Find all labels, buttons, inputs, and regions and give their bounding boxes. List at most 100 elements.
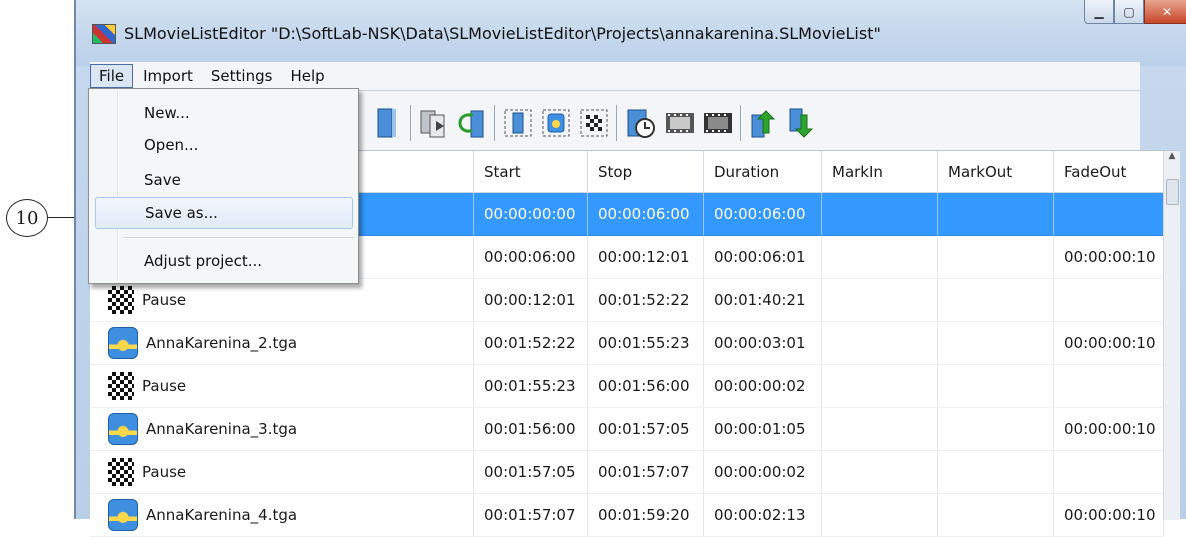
cell-markin[interactable] <box>822 193 938 236</box>
cell-markin[interactable] <box>822 365 938 408</box>
track-icon[interactable] <box>372 107 404 139</box>
close-button[interactable]: ✕ <box>1144 0 1186 24</box>
minimize-button[interactable]: ▁ <box>1084 0 1114 24</box>
cell-markout[interactable] <box>938 279 1054 322</box>
cell-duration[interactable]: 00:00:06:00 <box>704 193 822 236</box>
move-down-icon[interactable] <box>786 107 818 139</box>
scrollbar-thumb[interactable] <box>1166 179 1179 205</box>
cell-start[interactable]: 00:01:55:23 <box>474 365 588 408</box>
frame-icon[interactable] <box>502 107 534 139</box>
cell-stop[interactable]: 00:01:59:20 <box>588 494 704 537</box>
menu-item-open[interactable]: Open... <box>91 129 356 161</box>
table-row[interactable]: AnnaKarenina_3.tga 00:01:56:00 00:01:57:05… <box>90 408 1164 451</box>
table-row[interactable]: Pause 00:00:12:01 00:01:52:22 00:01:40:21 <box>90 279 1164 322</box>
window-controls: ▁ ▢ ✕ <box>1084 0 1186 24</box>
refresh-track-icon[interactable] <box>456 107 488 139</box>
column-header-markin[interactable]: MarkIn <box>822 151 938 193</box>
cell-start[interactable]: 00:01:57:05 <box>474 451 588 494</box>
cell-markout[interactable] <box>938 322 1054 365</box>
menu-item-adjust-project[interactable]: Adjust project... <box>91 245 356 277</box>
cell-stop[interactable]: 00:01:55:23 <box>588 322 704 365</box>
scroll-up-icon[interactable]: ▲ <box>1164 151 1180 169</box>
cell-start[interactable]: 00:00:06:00 <box>474 236 588 279</box>
cell-start[interactable]: 00:00:12:01 <box>474 279 588 322</box>
cell-fadeout[interactable]: 00:00:00:10 <box>1054 408 1164 451</box>
cell-markout[interactable] <box>938 236 1054 279</box>
menu-file[interactable]: File <box>90 64 134 88</box>
cell-duration[interactable]: 00:00:00:02 <box>704 451 822 494</box>
cell-markout[interactable] <box>938 408 1054 451</box>
cell-stop[interactable]: 00:01:52:22 <box>588 279 704 322</box>
cell-stop[interactable]: 00:00:12:01 <box>588 236 704 279</box>
cell-stop[interactable]: 00:01:56:00 <box>588 365 704 408</box>
cell-markin[interactable] <box>822 408 938 451</box>
menu-item-save[interactable]: Save <box>91 164 356 196</box>
cell-duration[interactable]: 00:00:03:01 <box>704 322 822 365</box>
cell-fadeout[interactable]: 00:00:00:10 <box>1054 236 1164 279</box>
cell-start[interactable]: 00:01:56:00 <box>474 408 588 451</box>
cell-name[interactable]: Pause <box>90 279 474 322</box>
column-header-fadeout[interactable]: FadeOut <box>1054 151 1164 193</box>
menu-item-new[interactable]: New... <box>91 97 356 129</box>
cell-stop[interactable]: 00:01:57:07 <box>588 451 704 494</box>
menu-settings[interactable]: Settings <box>203 65 281 87</box>
cell-markin[interactable] <box>822 279 938 322</box>
cell-duration[interactable]: 00:00:01:05 <box>704 408 822 451</box>
title-bar[interactable]: SLMovieListEditor "D:\SoftLab-NSK\Data\S… <box>76 0 1186 66</box>
column-header-stop[interactable]: Stop <box>588 151 704 193</box>
cell-start[interactable]: 00:00:00:00 <box>474 193 588 236</box>
cell-fadeout[interactable] <box>1054 365 1164 408</box>
cell-name[interactable]: Pause <box>90 451 474 494</box>
clip-name: AnnaKarenina_3.tga <box>146 420 298 438</box>
cell-duration[interactable]: 00:00:00:02 <box>704 365 822 408</box>
column-header-markout[interactable]: MarkOut <box>938 151 1054 193</box>
cell-stop[interactable]: 00:01:57:05 <box>588 408 704 451</box>
film-dark-icon[interactable] <box>702 107 734 139</box>
table-row[interactable]: AnnaKarenina_4.tga 00:01:57:07 00:01:59:20… <box>90 494 1164 537</box>
vertical-scrollbar[interactable]: ▲ <box>1163 151 1180 520</box>
pause-thumbnail-icon <box>108 286 134 314</box>
app-icon[interactable] <box>92 24 116 44</box>
cell-fadeout[interactable] <box>1054 451 1164 494</box>
callout-number: 10 <box>6 199 48 237</box>
table-row[interactable]: Pause 00:01:55:23 00:01:56:00 00:00:00:02 <box>90 365 1164 408</box>
clip-name: AnnaKarenina_4.tga <box>146 506 298 524</box>
table-row[interactable]: Pause 00:01:57:05 00:01:57:07 00:00:00:02 <box>90 451 1164 494</box>
column-header-start[interactable]: Start <box>474 151 588 193</box>
cell-markout[interactable] <box>938 494 1054 537</box>
cell-markout[interactable] <box>938 365 1054 408</box>
cell-fadeout[interactable]: 00:00:00:10 <box>1054 494 1164 537</box>
cell-fadeout[interactable] <box>1054 193 1164 236</box>
cell-duration[interactable]: 00:00:02:13 <box>704 494 822 537</box>
cell-start[interactable]: 00:01:57:07 <box>474 494 588 537</box>
cell-name[interactable]: AnnaKarenina_2.tga <box>90 322 474 365</box>
menu-import[interactable]: Import <box>135 65 201 87</box>
cell-markout[interactable] <box>938 193 1054 236</box>
cell-markin[interactable] <box>822 322 938 365</box>
window-title: SLMovieListEditor "D:\SoftLab-NSK\Data\S… <box>124 24 881 43</box>
move-up-icon[interactable] <box>748 107 780 139</box>
column-header-duration[interactable]: Duration <box>704 151 822 193</box>
cell-name[interactable]: AnnaKarenina_4.tga <box>90 494 474 537</box>
image-frame-icon[interactable] <box>540 107 572 139</box>
cell-markin[interactable] <box>822 236 938 279</box>
cell-start[interactable]: 00:01:52:22 <box>474 322 588 365</box>
cell-fadeout[interactable] <box>1054 279 1164 322</box>
cell-name[interactable]: Pause <box>90 365 474 408</box>
maximize-button[interactable]: ▢ <box>1114 0 1144 24</box>
pattern-frame-icon[interactable] <box>578 107 610 139</box>
cell-markin[interactable] <box>822 494 938 537</box>
cell-duration[interactable]: 00:00:06:01 <box>704 236 822 279</box>
cell-duration[interactable]: 00:01:40:21 <box>704 279 822 322</box>
copy-icon[interactable] <box>418 107 450 139</box>
cell-stop[interactable]: 00:00:06:00 <box>588 193 704 236</box>
menu-help[interactable]: Help <box>282 65 332 87</box>
cell-markout[interactable] <box>938 451 1054 494</box>
clock-icon[interactable] <box>624 107 656 139</box>
table-row[interactable]: AnnaKarenina_2.tga 00:01:52:22 00:01:55:23… <box>90 322 1164 365</box>
menu-item-save-as[interactable]: Save as... <box>95 197 353 229</box>
film-icon[interactable] <box>664 107 696 139</box>
cell-name[interactable]: AnnaKarenina_3.tga <box>90 408 474 451</box>
cell-markin[interactable] <box>822 451 938 494</box>
cell-fadeout[interactable]: 00:00:00:10 <box>1054 322 1164 365</box>
